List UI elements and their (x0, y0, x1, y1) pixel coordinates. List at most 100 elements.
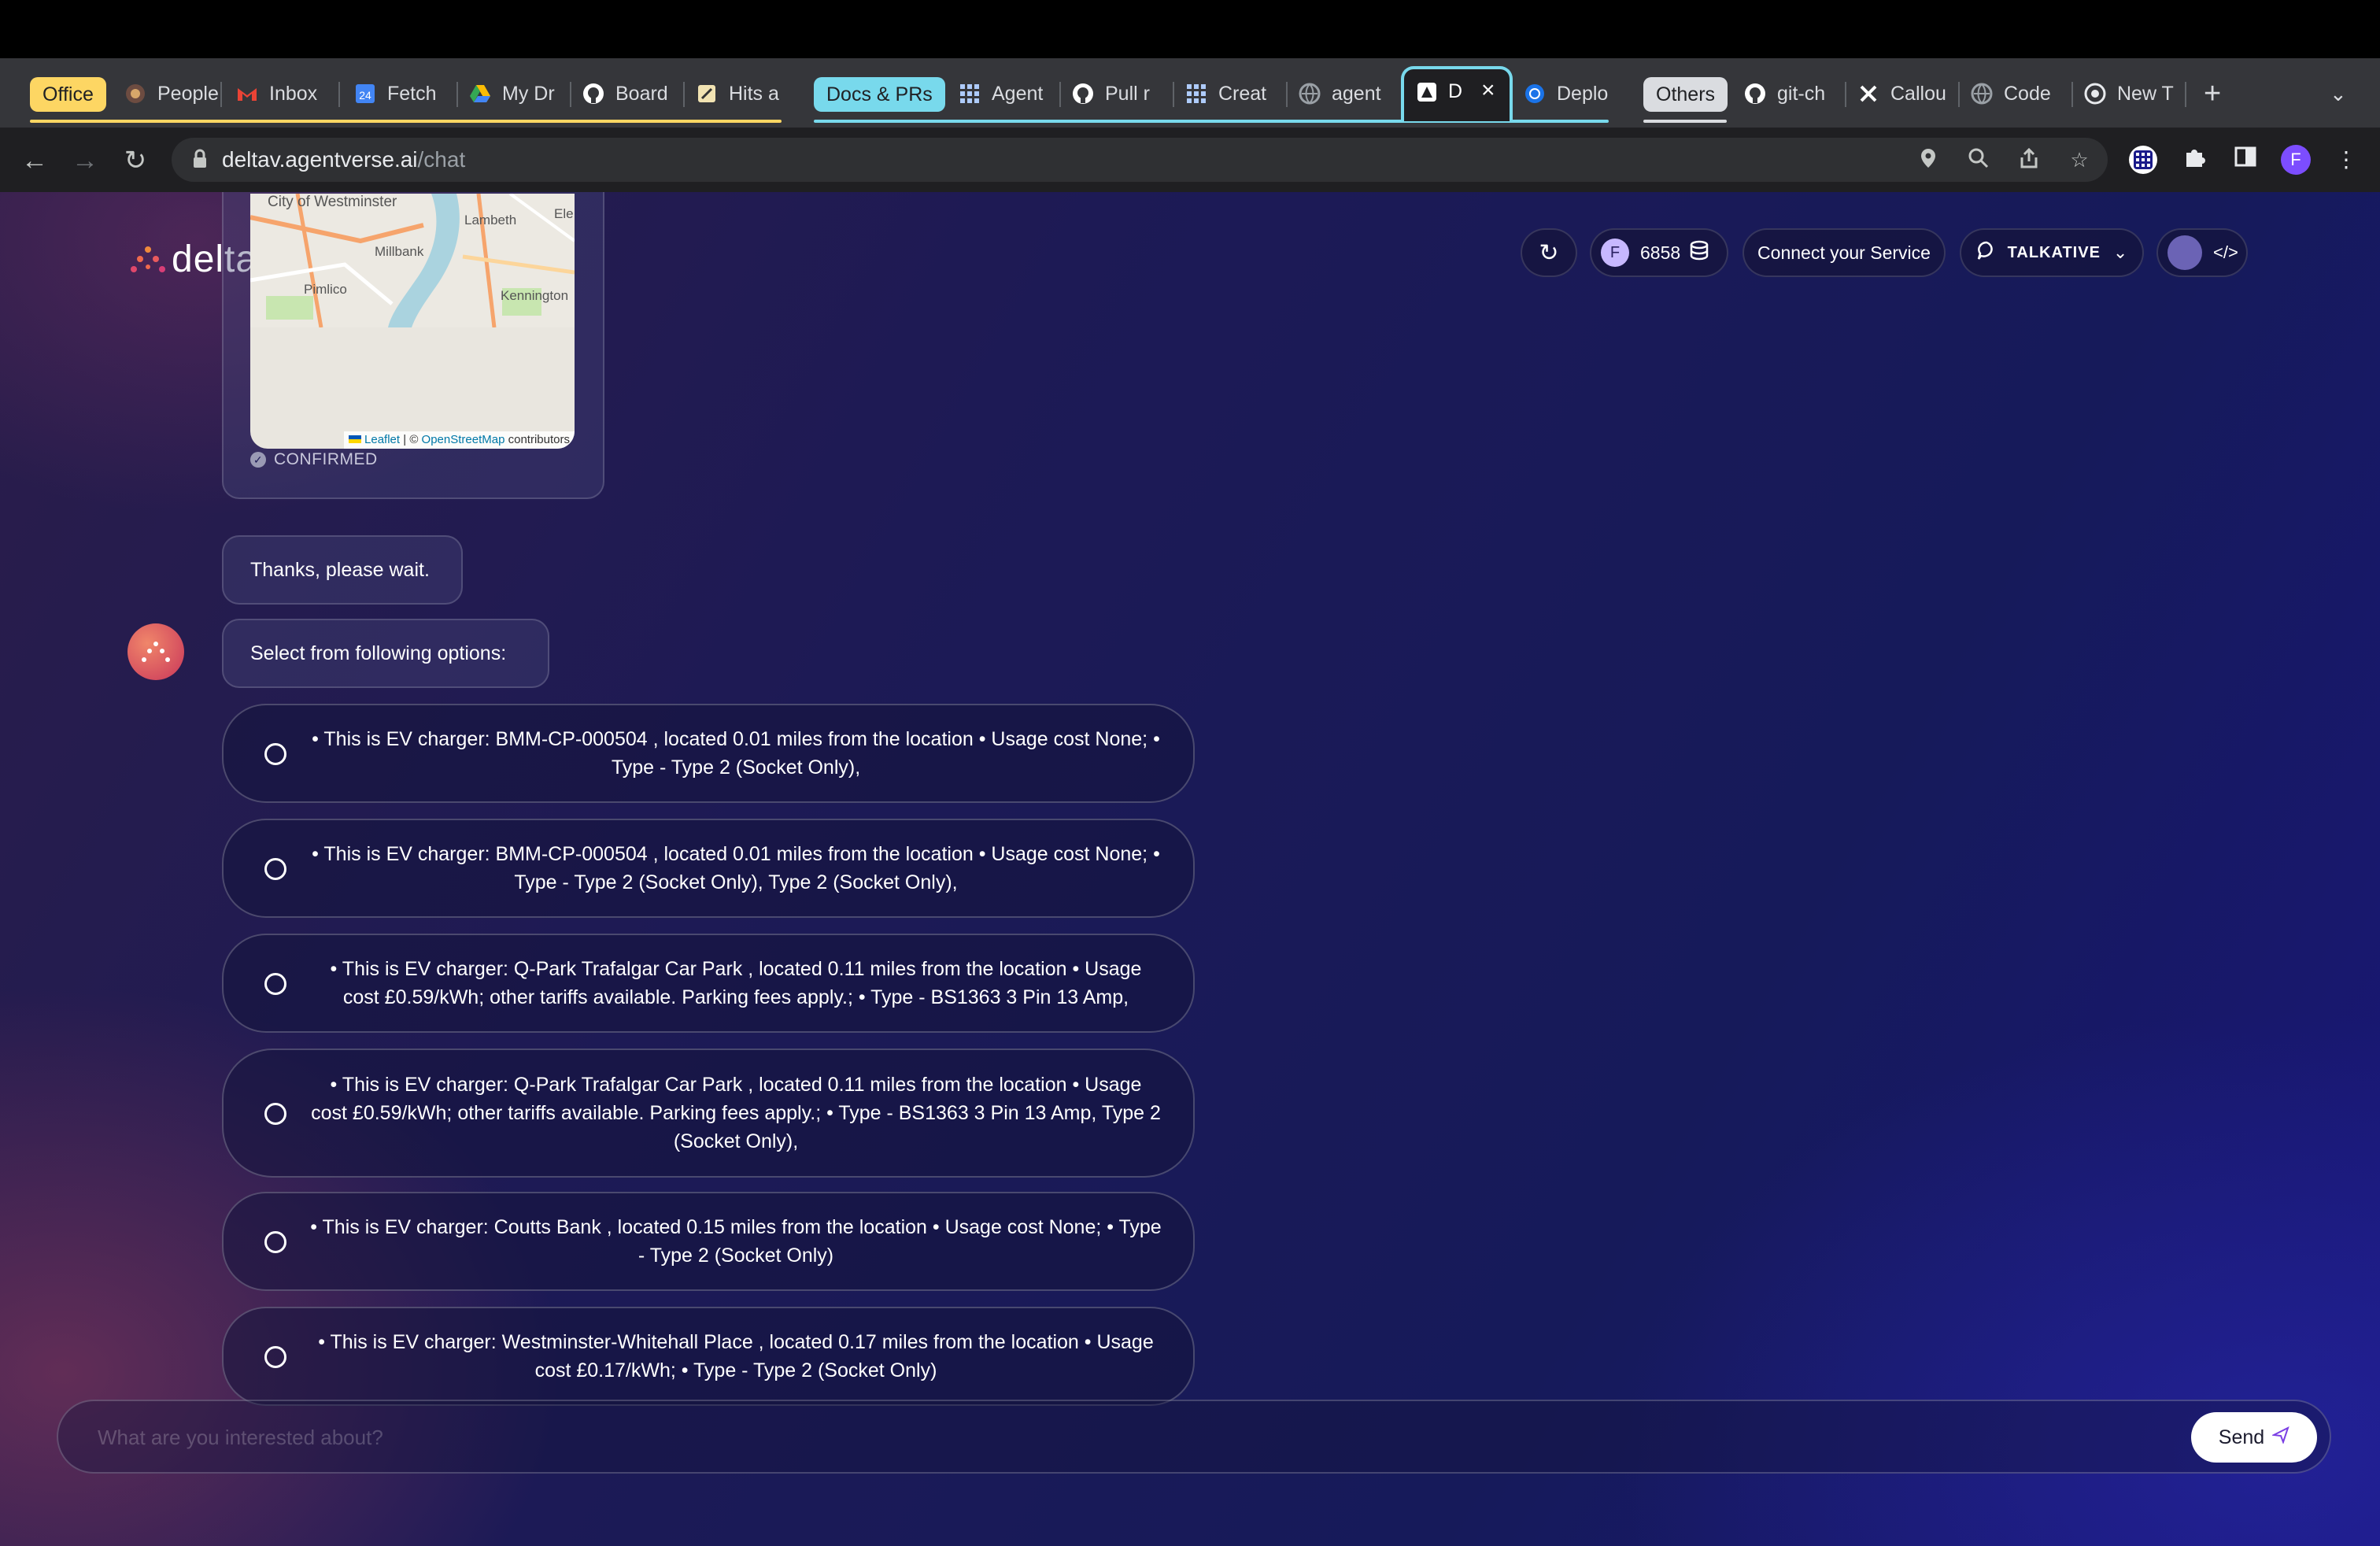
tab-active-deltav[interactable]: D × (1401, 66, 1513, 121)
tab-title: Hits a (729, 82, 779, 105)
chat-input[interactable] (96, 1415, 2224, 1459)
location-pin-icon[interactable] (1916, 147, 1941, 172)
openstreetmap-link[interactable]: OpenStreetMap (422, 433, 505, 446)
refresh-icon: ↻ (1539, 239, 1559, 266)
mode-label: TALKATIVE (2007, 243, 2101, 261)
charger-option[interactable]: • This is EV charger: Q-Park Trafalgar C… (222, 934, 1195, 1033)
url-text[interactable]: deltav.agentverse.ai/chat (222, 138, 465, 182)
location-confirm-card: City of Westminster Lambeth Ele Millbank… (222, 192, 604, 499)
select-prompt-bubble: Select from following options: (222, 619, 549, 688)
map-label: Millbank (375, 244, 424, 259)
tab-group-docs[interactable]: Docs & PRs (814, 77, 945, 112)
charger-option[interactable]: • This is EV charger: BMM-CP-000504 , lo… (222, 819, 1195, 918)
chat-bubble-icon (1976, 240, 1997, 265)
tab-callout[interactable]: Callou (1857, 69, 1960, 118)
send-button[interactable]: Send (2191, 1412, 2317, 1463)
tab-new-tab[interactable]: New T (2084, 69, 2186, 118)
tab-pull-requests[interactable]: Pull r (1072, 69, 1174, 118)
close-x-icon (1857, 83, 1879, 105)
radio-button[interactable] (264, 743, 286, 765)
tab-title: Deplo (1557, 82, 1609, 105)
tab-board[interactable]: Board (582, 69, 685, 118)
tab-strip: Office People Inbox 24 Fetch My Dr Board… (0, 58, 2380, 128)
tab-title: Creat (1218, 82, 1267, 105)
forward-icon[interactable]: → (68, 143, 102, 178)
globe-icon (1971, 83, 1993, 105)
zoom-icon[interactable] (1966, 147, 1991, 172)
check-circle-icon: ✓ (250, 452, 266, 468)
new-tab-plus-icon[interactable]: + (2204, 69, 2243, 118)
credits-badge[interactable]: F 6858 (1590, 228, 1728, 277)
tab-inbox[interactable]: Inbox (236, 69, 340, 118)
tab-hits[interactable]: Hits a (696, 69, 798, 118)
people-favicon-icon (124, 83, 146, 105)
menu-kebab-icon[interactable]: ⋮ (2331, 145, 2361, 175)
notes-icon (696, 83, 718, 105)
chevron-down-icon: ⌄ (2112, 242, 2128, 262)
charger-option[interactable]: • This is EV charger: Coutts Bank , loca… (222, 1192, 1195, 1291)
tab-agent-2[interactable]: agent (1299, 69, 1401, 118)
omnibox[interactable]: deltav.agentverse.ai/chat ☆ (172, 138, 2108, 182)
reload-icon[interactable]: ↻ (118, 143, 153, 178)
charger-option[interactable]: • This is EV charger: Westminster-Whiteh… (222, 1307, 1195, 1406)
tab-title: D (1448, 80, 1463, 102)
tab-fetch[interactable]: 24 Fetch (354, 69, 458, 118)
send-label: Send (2218, 1426, 2265, 1448)
tab-group-others[interactable]: Others (1643, 77, 1728, 112)
tab-group-office-underline (30, 120, 782, 123)
user-avatar[interactable] (2168, 235, 2202, 270)
charger-option[interactable]: • This is EV charger: BMM-CP-000504 , lo… (222, 704, 1195, 803)
tab-code[interactable]: Code (1971, 69, 2073, 118)
tab-title: Code (2004, 82, 2051, 105)
charger-option[interactable]: • This is EV charger: Q-Park Trafalgar C… (222, 1049, 1195, 1178)
address-bar-row: ← → ↻ deltav.agentverse.ai/chat ☆ F ⋮ (0, 128, 2380, 194)
tab-create[interactable]: Creat (1185, 69, 1288, 118)
radio-button[interactable] (264, 1103, 286, 1125)
tab-deploy[interactable]: Deplo (1524, 69, 1626, 118)
tab-agent[interactable]: Agent (959, 69, 1061, 118)
account-code-toggle[interactable]: </> (2156, 228, 2248, 277)
deltav-logo-mark-icon (131, 246, 165, 272)
code-view-icon[interactable]: </> (2213, 242, 2238, 263)
radio-button[interactable] (264, 973, 286, 995)
credits-avatar: F (1601, 239, 1629, 267)
leaflet-link[interactable]: Leaflet (364, 433, 400, 446)
tab-group-office[interactable]: Office (30, 77, 106, 112)
tab-group-label: Office (42, 83, 94, 105)
charger-option-text: • This is EV charger: Q-Park Trafalgar C… (330, 958, 1142, 1008)
charger-option-text: • This is EV charger: BMM-CP-000504 , lo… (312, 728, 1160, 779)
tab-title: My Dr (502, 82, 555, 105)
tab-title: git-ch (1777, 82, 1826, 105)
tab-title: New T (2117, 82, 2174, 105)
share-icon[interactable] (2016, 147, 2042, 172)
back-icon[interactable]: ← (17, 143, 52, 178)
deltav-favicon-icon (1415, 80, 1439, 108)
github-icon (1744, 83, 1766, 105)
grid-app-icon (1185, 83, 1207, 105)
tab-people[interactable]: People (124, 69, 222, 118)
close-tab-icon[interactable]: × (1481, 77, 1495, 104)
side-panel-icon[interactable] (2230, 145, 2260, 175)
refresh-button[interactable]: ↻ (1521, 228, 1577, 277)
attribution-contributors: contributors (508, 433, 570, 446)
tab-title: agent (1332, 82, 1381, 105)
profile-avatar[interactable]: F (2281, 145, 2311, 175)
tab-search-chevron-icon[interactable]: ⌄ (2330, 69, 2361, 118)
tab-git-changes[interactable]: git-ch (1744, 69, 1846, 118)
connect-service-button[interactable]: Connect your Service (1743, 228, 1946, 277)
radio-button[interactable] (264, 1346, 286, 1368)
paper-plane-icon (2271, 1426, 2289, 1449)
mode-dropdown[interactable]: TALKATIVE ⌄ (1960, 228, 2144, 277)
google-drive-icon (469, 83, 491, 105)
bookmark-star-icon[interactable]: ☆ (2067, 147, 2092, 172)
radio-button[interactable] (264, 1231, 286, 1253)
extensions-puzzle-icon[interactable] (2180, 145, 2210, 175)
tab-drive[interactable]: My Dr (469, 69, 571, 118)
extension-grid-icon[interactable] (2128, 145, 2158, 175)
chrome-icon (2084, 83, 2106, 105)
tab-title: Inbox (269, 82, 318, 105)
radio-button[interactable] (264, 858, 286, 880)
location-map[interactable]: City of Westminster Lambeth Ele Millbank… (250, 194, 575, 449)
tab-title: Callou (1890, 82, 1946, 105)
confirmed-label: CONFIRMED (274, 450, 378, 468)
